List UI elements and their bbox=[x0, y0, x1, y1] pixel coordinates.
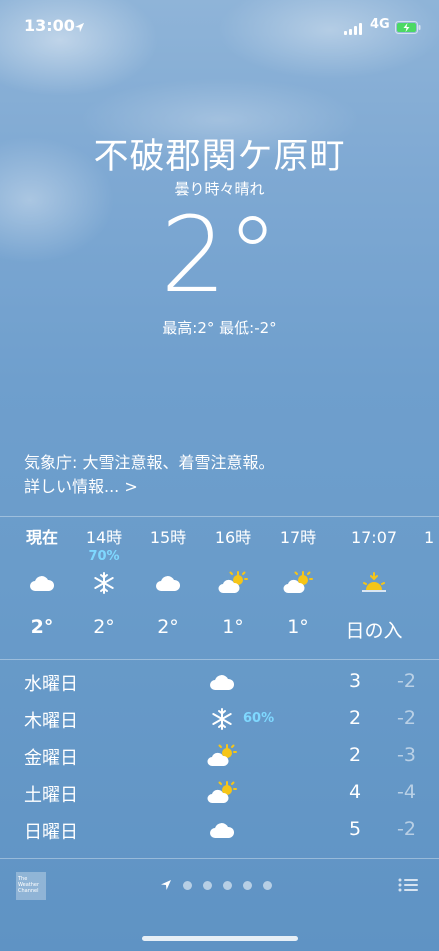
location-name: 不破郡関ケ原町 bbox=[93, 137, 346, 177]
snowflake-icon bbox=[205, 704, 239, 734]
day-low: -2 bbox=[397, 707, 416, 729]
daily-row: 木曜日 60% 2 -2 bbox=[0, 701, 439, 738]
daily-forecast[interactable]: 水曜日 3 -2 木曜日 60% 2 -2 金曜日 2 -3 土曜日 4 -4 … bbox=[0, 664, 439, 849]
day-high: 3 bbox=[348, 670, 362, 692]
hour-label: 17:07 bbox=[350, 528, 398, 547]
day-low: -2 bbox=[397, 670, 416, 692]
partly-sunny-icon bbox=[205, 741, 239, 771]
weather-channel-logo[interactable]: The Weather Channel bbox=[16, 872, 46, 900]
daily-row: 水曜日 3 -2 bbox=[0, 664, 439, 701]
hour-temp: 2° bbox=[93, 616, 115, 638]
hour-temp: 2° bbox=[30, 616, 54, 638]
hourly-item: 16時 1° bbox=[201, 528, 265, 638]
alert-text: 気象庁: 大雪注意報、着雪注意報。 bbox=[24, 453, 275, 472]
hour-temp: 1° bbox=[222, 616, 244, 638]
hour-temp: 2° bbox=[157, 616, 179, 638]
hour-precip bbox=[136, 548, 200, 566]
cloud-icon bbox=[136, 566, 200, 600]
hour-label: 14時 bbox=[85, 528, 123, 547]
hourly-item: 17時 1° bbox=[266, 528, 330, 638]
network-type: 4G bbox=[370, 17, 390, 32]
status-bar: 13:00 4G bbox=[0, 14, 439, 38]
partly-sunny-icon bbox=[205, 778, 239, 808]
weather-alert[interactable]: 気象庁: 大雪注意報、着雪注意報。 詳しい情報... > bbox=[24, 451, 274, 499]
cellular-signal-icon bbox=[344, 20, 364, 39]
divider bbox=[0, 659, 439, 660]
daily-row: 金曜日 2 -3 bbox=[0, 738, 439, 775]
page-dot[interactable] bbox=[223, 880, 232, 890]
day-precip: 60% bbox=[243, 711, 275, 726]
location-arrow-icon[interactable] bbox=[160, 876, 172, 895]
day-high: 4 bbox=[348, 781, 362, 803]
day-label: 日曜日 bbox=[24, 822, 78, 843]
page-dot[interactable] bbox=[183, 880, 192, 890]
hour-precip: 70% bbox=[88, 549, 120, 564]
battery-charging-icon bbox=[395, 19, 421, 38]
list-icon[interactable] bbox=[398, 877, 418, 897]
hourly-item: 現在 2° bbox=[10, 528, 74, 638]
home-indicator[interactable] bbox=[142, 936, 298, 941]
page-indicator[interactable] bbox=[160, 878, 272, 892]
hour-precip bbox=[266, 548, 330, 566]
cloud-icon bbox=[205, 815, 239, 845]
hourly-item: 14時 70% 2° bbox=[72, 528, 136, 638]
hour-label: 17時 bbox=[279, 528, 317, 547]
hour-precip bbox=[201, 548, 265, 566]
hour-temp: 日の入 bbox=[345, 620, 403, 642]
day-low: -4 bbox=[397, 781, 416, 803]
daily-row: 日曜日 5 -2 bbox=[0, 812, 439, 849]
day-high: 2 bbox=[348, 707, 362, 729]
hour-precip bbox=[336, 548, 412, 566]
status-time: 13:00 bbox=[24, 16, 75, 35]
day-high: 2 bbox=[348, 744, 362, 766]
day-high: 5 bbox=[348, 818, 362, 840]
day-low: -2 bbox=[397, 818, 416, 840]
hourly-item-partial: 1 bbox=[424, 528, 435, 547]
cloud-icon bbox=[10, 566, 74, 600]
day-low: -3 bbox=[397, 744, 416, 766]
high-low-temperature: 最高:2° 最低:-2° bbox=[162, 319, 277, 337]
partly-sunny-icon bbox=[201, 566, 265, 600]
page-dot[interactable] bbox=[243, 880, 252, 890]
hourly-forecast[interactable]: 現在 2° 14時 70% 2° 15時 2° 16時 1° 17時 1° 17… bbox=[0, 528, 439, 656]
day-label: 金曜日 bbox=[24, 748, 78, 769]
divider bbox=[0, 858, 439, 859]
hour-label: 16時 bbox=[214, 528, 252, 547]
day-label: 水曜日 bbox=[24, 674, 78, 695]
divider bbox=[0, 516, 439, 517]
snowflake-icon bbox=[72, 566, 136, 600]
page-dot[interactable] bbox=[263, 880, 272, 890]
hourly-item: 17:07 日の入 bbox=[336, 528, 412, 643]
hour-label: 15時 bbox=[149, 528, 187, 547]
cloud-icon bbox=[205, 667, 239, 697]
hour-precip bbox=[10, 548, 74, 566]
daily-row: 土曜日 4 -4 bbox=[0, 775, 439, 812]
hourly-item: 15時 2° bbox=[136, 528, 200, 638]
page-dot[interactable] bbox=[203, 880, 212, 890]
day-label: 木曜日 bbox=[24, 711, 78, 732]
current-temperature: 2° bbox=[160, 194, 279, 316]
location-arrow-icon bbox=[74, 18, 85, 37]
sunset-icon bbox=[336, 566, 412, 600]
alert-more-link[interactable]: 詳しい情報... > bbox=[24, 475, 274, 499]
bottom-toolbar: The Weather Channel bbox=[0, 860, 439, 912]
partly-sunny-icon bbox=[266, 566, 330, 600]
hour-temp: 1° bbox=[287, 616, 309, 638]
hour-label: 現在 bbox=[25, 528, 58, 547]
day-label: 土曜日 bbox=[24, 785, 78, 806]
